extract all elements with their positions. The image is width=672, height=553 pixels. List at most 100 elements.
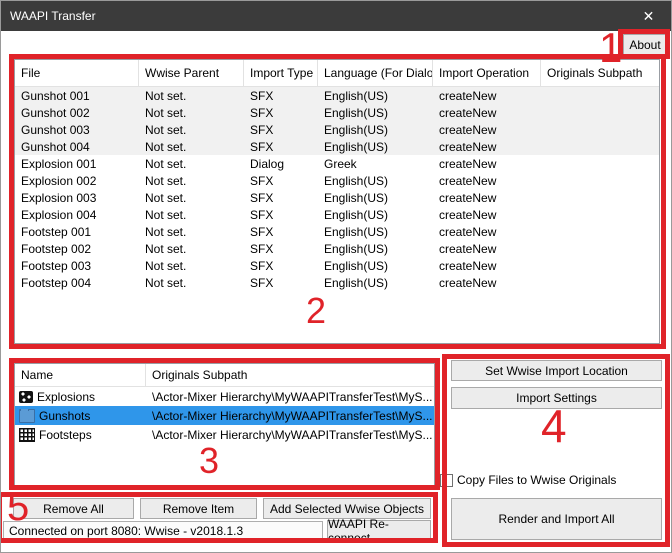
copy-files-label: Copy Files to Wwise Originals [457,473,617,487]
file-table-body: Gunshot 001 Not set. SFX English(US) createN… [15,87,659,291]
close-icon[interactable]: ✕ [626,1,671,31]
table-cell: English(US) [324,207,389,222]
table-cell: Not set. [145,190,187,205]
render-and-import-all-button[interactable]: Render and Import All [451,498,662,540]
file-table-row[interactable]: Gunshot 004 Not set. SFX English(US) createN… [15,138,659,155]
wwise-object-row[interactable]: Footsteps \Actor-Mixer Hierarchy\MyWAAPIT… [15,425,434,444]
wwise-object-name: Footsteps [39,427,92,442]
blend-container-icon [19,427,35,442]
wwise-object-subpath: \Actor-Mixer Hierarchy\MyWAAPITransferTe… [152,408,433,423]
table-cell: Explosion 003 [21,190,97,205]
table-cell: Not set. [145,258,187,273]
import-settings-button[interactable]: Import Settings [451,387,662,409]
table-cell: createNew [439,173,497,188]
wwise-objects-table: Name Originals Subpath Explosions \Actor-… [14,363,435,486]
table-cell: SFX [250,190,274,205]
table-cell: Footstep 002 [21,241,92,256]
table-cell: Not set. [145,122,187,137]
table-cell: English(US) [324,258,389,273]
table-cell: English(US) [324,139,389,154]
set-wwise-import-location-button[interactable]: Set Wwise Import Location [451,360,662,381]
window-title: WAAPI Transfer [10,9,96,23]
table-cell: Gunshot 002 [21,105,90,120]
waapi-reconnect-button[interactable]: WAAPI Re-connect [327,517,431,545]
table-cell: Not set. [145,88,187,103]
table-cell: SFX [250,122,274,137]
table-cell: SFX [250,207,274,222]
table-cell: Dialog [250,156,285,171]
column-header-wwise-originals-subpath[interactable]: Originals Subpath [146,364,434,386]
copy-files-row: Copy Files to Wwise Originals [440,473,616,487]
table-cell: English(US) [324,275,389,290]
column-header-wwise-parent[interactable]: Wwise Parent [139,60,244,86]
column-header-file[interactable]: File [15,60,139,86]
table-cell: Explosion 001 [21,156,97,171]
file-table-row[interactable]: Explosion 004 Not set. SFX English(US) creat… [15,206,659,223]
table-cell: English(US) [324,105,389,120]
file-table-row[interactable]: Gunshot 001 Not set. SFX English(US) createN… [15,87,659,104]
table-cell: Footstep 003 [21,258,92,273]
file-table-row[interactable]: Footstep 003 Not set. SFX English(US) create… [15,257,659,274]
file-table-row[interactable]: Explosion 002 Not set. SFX English(US) creat… [15,172,659,189]
about-button[interactable]: About [623,34,667,55]
table-cell: SFX [250,139,274,154]
table-cell: English(US) [324,241,389,256]
table-cell: Not set. [145,173,187,188]
table-cell: SFX [250,88,274,103]
remove-all-button[interactable]: Remove All [13,498,134,519]
table-cell: SFX [250,173,274,188]
table-cell: createNew [439,241,497,256]
wwise-object-row[interactable]: Explosions \Actor-Mixer Hierarchy\MyWAAPI… [15,387,434,406]
table-cell: createNew [439,190,497,205]
table-cell: Not set. [145,275,187,290]
file-table-row[interactable]: Explosion 003 Not set. SFX English(US) creat… [15,189,659,206]
connection-status: Connected on port 8080: Wwise - v2018.1.… [3,521,323,541]
file-table-row[interactable]: Footstep 004 Not set. SFX English(US) create… [15,274,659,291]
column-header-language[interactable]: Language (For Dialog) [318,60,433,86]
table-cell: English(US) [324,190,389,205]
table-cell: Greek [324,156,357,171]
table-cell: createNew [439,275,497,290]
title-bar: WAAPI Transfer ✕ [1,1,671,31]
folder-icon [19,408,35,423]
annotation-number-4: 4 [541,400,567,452]
table-cell: Footstep 004 [21,275,92,290]
table-cell: Gunshot 004 [21,139,90,154]
table-cell: Not set. [145,105,187,120]
table-cell: createNew [439,139,497,154]
column-header-import-operation[interactable]: Import Operation [433,60,541,86]
copy-files-checkbox[interactable] [440,473,453,487]
column-header-originals-subpath[interactable]: Originals Subpath [541,60,659,86]
table-cell: Footstep 001 [21,224,92,239]
wwise-object-subpath: \Actor-Mixer Hierarchy\MyWAAPITransferTe… [152,389,433,404]
wwise-table-body: Explosions \Actor-Mixer Hierarchy\MyWAAPI… [15,387,434,444]
table-cell: Not set. [145,207,187,222]
table-cell: SFX [250,224,274,239]
file-table-row[interactable]: Footstep 001 Not set. SFX English(US) create… [15,223,659,240]
table-cell: createNew [439,105,497,120]
column-header-import-type[interactable]: Import Type [244,60,318,86]
remove-item-button[interactable]: Remove Item [140,498,257,519]
table-cell: Not set. [145,139,187,154]
file-table-row[interactable]: Footstep 002 Not set. SFX English(US) create… [15,240,659,257]
table-cell: Gunshot 003 [21,122,90,137]
file-table-row[interactable]: Gunshot 002 Not set. SFX English(US) createN… [15,104,659,121]
table-cell: createNew [439,224,497,239]
wwise-table-header: Name Originals Subpath [15,364,434,387]
table-cell: createNew [439,207,497,222]
file-table-row[interactable]: Explosion 001 Not set. Dialog Greek createNe… [15,155,659,172]
table-cell: English(US) [324,173,389,188]
table-cell: Not set. [145,224,187,239]
table-cell: Not set. [145,156,187,171]
table-cell: SFX [250,275,274,290]
wwise-object-row[interactable]: Gunshots \Actor-Mixer Hierarchy\MyWAAPITr… [15,406,434,425]
table-cell: createNew [439,88,497,103]
file-table-row[interactable]: Gunshot 003 Not set. SFX English(US) createN… [15,121,659,138]
waapi-transfer-window: WAAPI Transfer ✕ About File Wwise Parent… [0,0,672,553]
column-header-name[interactable]: Name [15,364,146,386]
table-cell: SFX [250,258,274,273]
table-cell: Not set. [145,241,187,256]
file-list-table: File Wwise Parent Import Type Language (… [14,59,660,344]
wwise-object-subpath: \Actor-Mixer Hierarchy\MyWAAPITransferTe… [152,427,433,442]
table-cell: Explosion 004 [21,207,97,222]
